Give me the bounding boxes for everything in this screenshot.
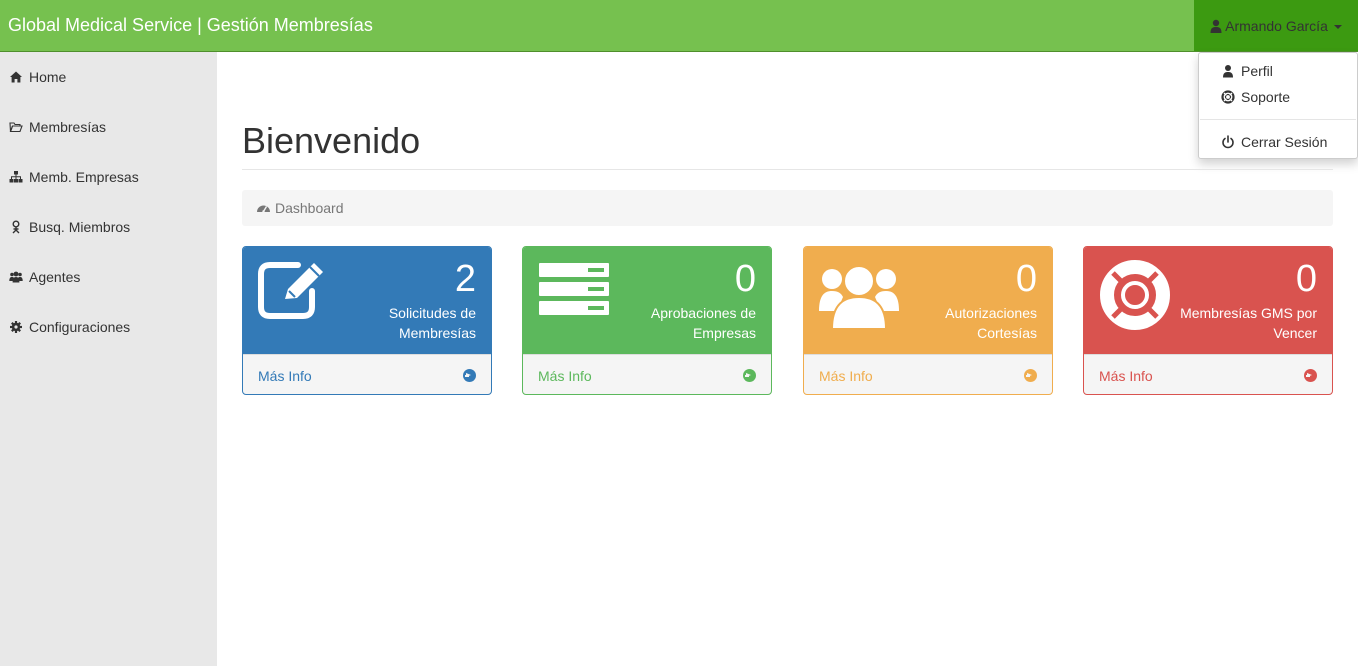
sidebar-item-label: Agentes bbox=[29, 269, 81, 285]
edit-icon bbox=[258, 262, 323, 319]
breadcrumb: Dashboard bbox=[242, 190, 1333, 226]
sidebar-item-configuraciones[interactable]: Configuraciones bbox=[9, 319, 130, 335]
panel-link-label: Más Info bbox=[258, 367, 312, 384]
sidebar-item-label: Home bbox=[29, 69, 67, 85]
life-ring-icon bbox=[1221, 90, 1235, 104]
panel-link-label: Más Info bbox=[538, 367, 592, 384]
menu-item-label: Soporte bbox=[1241, 89, 1291, 105]
caret-down-icon bbox=[1333, 24, 1342, 29]
sitemap-icon bbox=[9, 171, 23, 183]
panel-heading: 2 Solicitudes de Membresías bbox=[243, 247, 491, 354]
mas-info-link[interactable]: Más Info bbox=[804, 354, 1052, 394]
menu-item-perfil[interactable]: Perfil bbox=[1221, 63, 1273, 79]
user-icon bbox=[1223, 65, 1233, 78]
sidebar-item-label: Configuraciones bbox=[29, 319, 131, 335]
panel-membresias-por-vencer: 0 Membresías GMS por Vencer Más Info bbox=[1083, 246, 1333, 395]
panel-autorizaciones-cortesias: 0 Autorizaciones Cortesías Más Info bbox=[803, 246, 1053, 395]
menu-item-soporte[interactable]: Soporte bbox=[1221, 89, 1290, 105]
top-navbar: Global Medical Service | Gestión Membres… bbox=[0, 0, 1358, 52]
panel-label: Solicitudes de Membresías bbox=[388, 305, 476, 341]
panel-link-label: Más Info bbox=[1099, 367, 1153, 384]
user-dropdown-menu: Perfil Soporte Cerrar Sesión bbox=[1198, 52, 1358, 159]
power-icon bbox=[1222, 135, 1234, 149]
sidebar-item-agentes[interactable]: Agentes bbox=[9, 269, 80, 285]
panel-count: 0 bbox=[734, 258, 756, 300]
menu-item-cerrar-sesion[interactable]: Cerrar Sesión bbox=[1221, 134, 1327, 150]
sidebar-item-label: Memb. Empresas bbox=[29, 169, 139, 185]
title-divider bbox=[242, 169, 1333, 170]
sidebar-item-membresias[interactable]: Membresías bbox=[9, 119, 106, 135]
users-icon bbox=[819, 265, 899, 330]
sidebar-item-home[interactable]: Home bbox=[9, 69, 66, 85]
user-menu-toggle[interactable]: Armando García bbox=[1194, 0, 1358, 51]
menu-divider bbox=[1200, 119, 1356, 120]
app-brand[interactable]: Global Medical Service | Gestión Membres… bbox=[8, 15, 373, 36]
dashboard-icon bbox=[257, 205, 270, 213]
arrow-circle-right-icon bbox=[743, 369, 756, 382]
panel-count: 2 bbox=[454, 258, 476, 300]
breadcrumb-item-dashboard[interactable]: Dashboard bbox=[275, 200, 344, 216]
arrow-circle-right-icon bbox=[1024, 369, 1037, 382]
sidebar-item-memb-empresas[interactable]: Memb. Empresas bbox=[9, 169, 139, 185]
panel-label: Autorizaciones Cortesías bbox=[945, 305, 1037, 341]
server-icon bbox=[539, 263, 609, 315]
sidebar-item-label: Membresías bbox=[29, 119, 107, 135]
sidebar-item-busq-miembros[interactable]: Busq. Miembros bbox=[9, 219, 130, 235]
panel-heading: 0 Membresías GMS por Vencer bbox=[1084, 247, 1332, 354]
panel-label: Aprobaciones de Empresas bbox=[650, 305, 756, 341]
user-name: Armando García bbox=[1225, 17, 1328, 34]
user-icon bbox=[1210, 19, 1222, 33]
menu-item-label: Perfil bbox=[1241, 63, 1273, 79]
users-icon bbox=[9, 271, 23, 283]
home-icon bbox=[10, 71, 22, 83]
panel-link-label: Más Info bbox=[819, 367, 873, 384]
panel-heading: 0 Aprobaciones de Empresas bbox=[523, 247, 771, 354]
sidebar: Home Membresías Memb. Empresas Busq. Mie… bbox=[0, 52, 217, 666]
panel-count: 0 bbox=[1015, 258, 1037, 300]
gear-icon bbox=[10, 321, 22, 333]
folder-open-icon bbox=[9, 122, 23, 133]
arrow-circle-right-icon bbox=[463, 369, 476, 382]
panel-aprobaciones-empresas: 0 Aprobaciones de Empresas Más Info bbox=[522, 246, 772, 395]
panel-solicitudes-membresias: 2 Solicitudes de Membresías Más Info bbox=[242, 246, 492, 395]
arrow-circle-right-icon bbox=[1304, 369, 1317, 382]
menu-item-label: Cerrar Sesión bbox=[1241, 134, 1328, 150]
person-icon bbox=[12, 220, 20, 234]
mas-info-link[interactable]: Más Info bbox=[1084, 354, 1332, 394]
mas-info-link[interactable]: Más Info bbox=[523, 354, 771, 394]
mas-info-link[interactable]: Más Info bbox=[243, 354, 491, 394]
panel-count: 0 bbox=[1295, 258, 1317, 300]
page-title: Bienvenido bbox=[242, 120, 421, 161]
panel-label: Membresías GMS por Vencer bbox=[1180, 305, 1317, 341]
sidebar-item-label: Busq. Miembros bbox=[29, 219, 131, 235]
life-ring-icon bbox=[1100, 260, 1170, 330]
panel-heading: 0 Autorizaciones Cortesías bbox=[804, 247, 1052, 354]
